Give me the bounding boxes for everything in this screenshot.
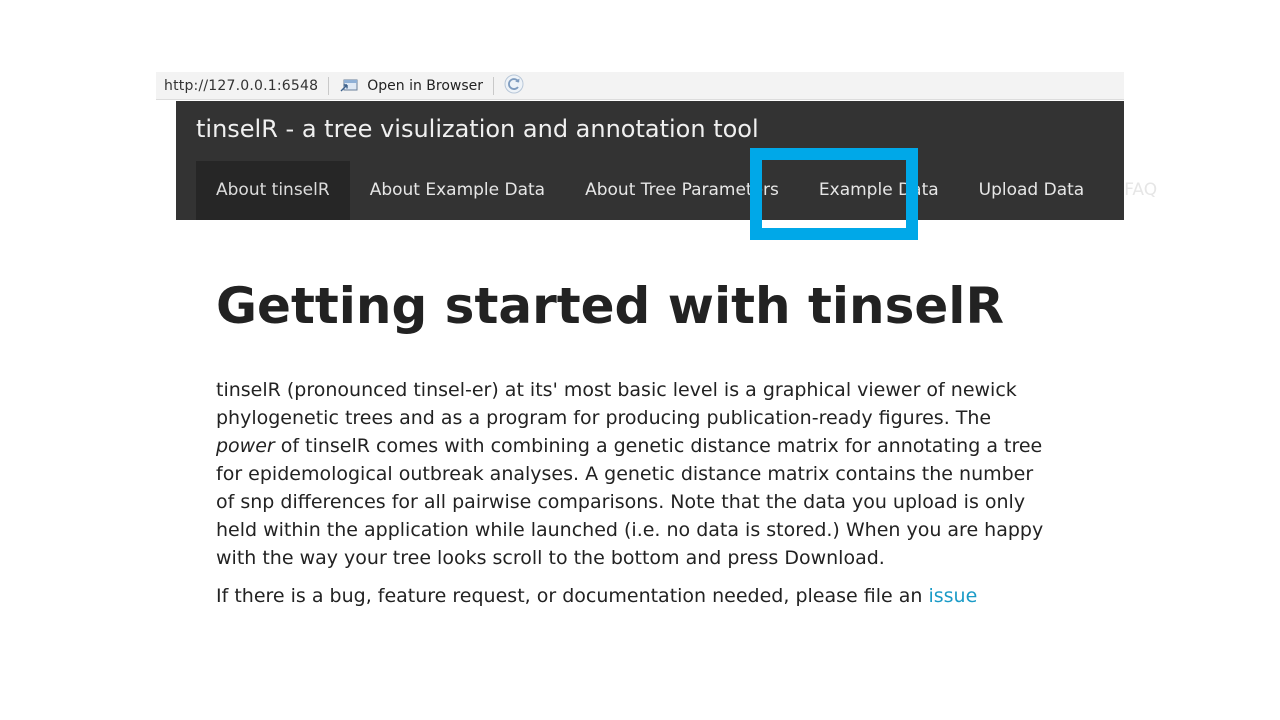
tab-upload-data[interactable]: Upload Data bbox=[959, 161, 1105, 220]
open-in-browser-label: Open in Browser bbox=[367, 77, 484, 94]
open-in-browser-icon bbox=[339, 78, 359, 94]
page-title: Getting started with tinselR bbox=[216, 277, 1004, 335]
intro-emphasis: power bbox=[216, 435, 275, 457]
toolbar-divider bbox=[493, 76, 495, 95]
refresh-icon bbox=[504, 74, 524, 98]
main-content: Getting started with tinselR tinselR (pr… bbox=[216, 272, 1046, 610]
refresh-button[interactable] bbox=[504, 74, 524, 98]
tab-about-example-data[interactable]: About Example Data bbox=[350, 161, 565, 220]
toolbar-divider bbox=[328, 76, 330, 95]
intro-text-start: tinselR (pronounced tinsel-er) at its' m… bbox=[216, 379, 1017, 429]
issue-text: If there is a bug, feature request, or d… bbox=[216, 585, 929, 607]
issue-paragraph: If there is a bug, feature request, or d… bbox=[216, 582, 1046, 610]
open-in-browser-button[interactable]: Open in Browser bbox=[339, 78, 483, 94]
issue-link[interactable]: issue bbox=[928, 585, 977, 607]
intro-paragraph: tinselR (pronounced tinsel-er) at its' m… bbox=[216, 376, 1046, 572]
tab-about-tinselr[interactable]: About tinselR bbox=[196, 161, 350, 220]
intro-text-end: of tinselR comes with combining a geneti… bbox=[216, 435, 1044, 569]
url-text: http://127.0.0.1:6548 bbox=[164, 77, 319, 94]
browser-toolbar: http://127.0.0.1:6548 Open in Browser bbox=[156, 72, 1124, 100]
tab-example-data[interactable]: Example Data bbox=[799, 161, 959, 220]
tab-about-tree-parameters[interactable]: About Tree Parameters bbox=[565, 161, 799, 220]
nav-tabs: About tinselR About Example Data About T… bbox=[196, 161, 1177, 220]
tab-faq[interactable]: FAQ bbox=[1104, 161, 1177, 220]
app-navbar: tinselR - a tree visulization and annota… bbox=[176, 101, 1157, 220]
app-title: tinselR - a tree visulization and annota… bbox=[196, 115, 759, 143]
